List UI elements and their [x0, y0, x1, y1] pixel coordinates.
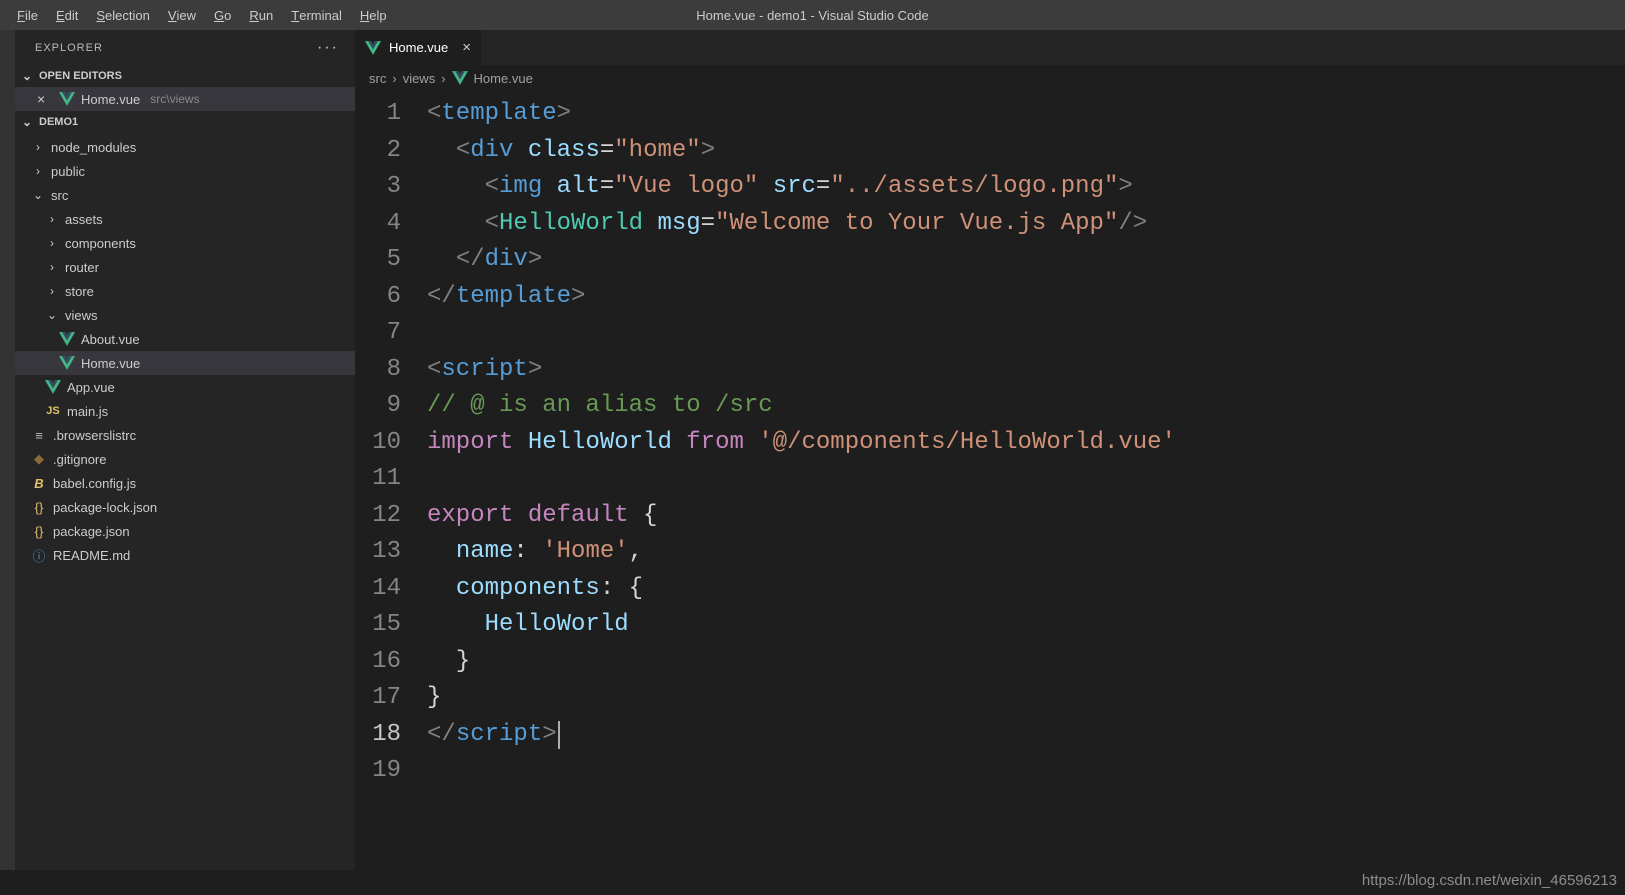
menu-selection[interactable]: Selection — [87, 0, 158, 30]
chevron-right-icon: › — [31, 140, 45, 154]
tree-item--gitignore[interactable]: ◆.gitignore — [15, 447, 355, 471]
text-cursor — [558, 721, 560, 749]
chevron-right-icon: › — [31, 164, 45, 178]
chevron-right-icon: › — [45, 284, 59, 298]
menu-edit[interactable]: Edit — [47, 0, 87, 30]
js-icon: JS — [45, 405, 61, 417]
config-icon: ≡ — [31, 428, 47, 443]
git-icon: ◆ — [31, 451, 47, 467]
menu-file[interactable]: File — [8, 0, 47, 30]
tree-item-about-vue[interactable]: About.vue — [15, 327, 355, 351]
explorer-sidebar: EXPLORER ··· ⌄ OPEN EDITORS ×Home.vuesrc… — [15, 30, 355, 870]
tree-item-src[interactable]: ⌄src — [15, 183, 355, 207]
tree-item-home-vue[interactable]: Home.vue — [15, 351, 355, 375]
chevron-down-icon: ⌄ — [45, 308, 59, 322]
close-icon[interactable]: × — [37, 91, 53, 107]
tree-item-public[interactable]: ›public — [15, 159, 355, 183]
menu-terminal[interactable]: Terminal — [282, 0, 351, 30]
menu-help[interactable]: Help — [351, 0, 396, 30]
babel-icon: B — [31, 476, 47, 491]
tree-item-views[interactable]: ⌄views — [15, 303, 355, 327]
chevron-down-icon: ⌄ — [19, 115, 35, 129]
vue-icon — [365, 40, 381, 56]
tree-item-babel-config-js[interactable]: Bbabel.config.js — [15, 471, 355, 495]
editor-tabs: Home.vue × — [355, 30, 1625, 66]
tree-item--browserslistrc[interactable]: ≡.browserslistrc — [15, 423, 355, 447]
tree-item-readme-md[interactable]: ⓘREADME.md — [15, 543, 355, 567]
json-icon: {} — [31, 524, 47, 539]
breadcrumb-item[interactable]: views — [403, 71, 436, 86]
vue-icon — [59, 331, 75, 347]
info-icon: ⓘ — [31, 546, 47, 565]
json-icon: {} — [31, 500, 47, 515]
tree-item-components[interactable]: ›components — [15, 231, 355, 255]
more-icon[interactable]: ··· — [317, 39, 339, 57]
line-gutter: 12345678910111213141516171819 — [355, 96, 427, 870]
menu-go[interactable]: Go — [205, 0, 240, 30]
chevron-right-icon: › — [392, 71, 396, 86]
tree-item-node_modules[interactable]: ›node_modules — [15, 135, 355, 159]
vue-icon — [452, 70, 468, 86]
tree-item-assets[interactable]: ›assets — [15, 207, 355, 231]
tree-item-main-js[interactable]: JSmain.js — [15, 399, 355, 423]
close-icon[interactable]: × — [462, 39, 471, 56]
code-content[interactable]: <template> <div class="home"> <img alt="… — [427, 96, 1625, 870]
menu-view[interactable]: View — [159, 0, 205, 30]
vue-icon — [59, 91, 75, 107]
chevron-down-icon: ⌄ — [31, 188, 45, 202]
chevron-right-icon: › — [441, 71, 445, 86]
menu-bar: FileEditSelectionViewGoRunTerminalHelp H… — [0, 0, 1625, 30]
chevron-right-icon: › — [45, 260, 59, 274]
tab-home-vue[interactable]: Home.vue × — [355, 30, 482, 65]
tree-item-app-vue[interactable]: App.vue — [15, 375, 355, 399]
tree-item-router[interactable]: ›router — [15, 255, 355, 279]
tree-item-package-json[interactable]: {}package.json — [15, 519, 355, 543]
chevron-right-icon: › — [45, 236, 59, 250]
project-header[interactable]: ⌄ DEMO1 — [15, 111, 355, 133]
vue-icon — [45, 379, 61, 395]
tree-item-package-lock-json[interactable]: {}package-lock.json — [15, 495, 355, 519]
breadcrumb-item[interactable]: Home.vue — [474, 71, 533, 86]
activity-bar — [0, 30, 15, 870]
chevron-right-icon: › — [45, 212, 59, 226]
explorer-title: EXPLORER — [35, 42, 103, 54]
breadcrumb-item[interactable]: src — [369, 71, 386, 86]
tree-item-store[interactable]: ›store — [15, 279, 355, 303]
chevron-down-icon: ⌄ — [19, 69, 35, 83]
breadcrumbs[interactable]: src › views › Home.vue — [355, 66, 1625, 90]
open-editor-item[interactable]: ×Home.vuesrc\views — [15, 87, 355, 111]
code-editor[interactable]: 12345678910111213141516171819 <template>… — [355, 90, 1625, 870]
tab-label: Home.vue — [389, 40, 448, 55]
menu-run[interactable]: Run — [240, 0, 282, 30]
watermark-text: https://blog.csdn.net/weixin_46596213 — [1362, 872, 1617, 889]
vue-icon — [59, 355, 75, 371]
open-editors-header[interactable]: ⌄ OPEN EDITORS — [15, 65, 355, 87]
